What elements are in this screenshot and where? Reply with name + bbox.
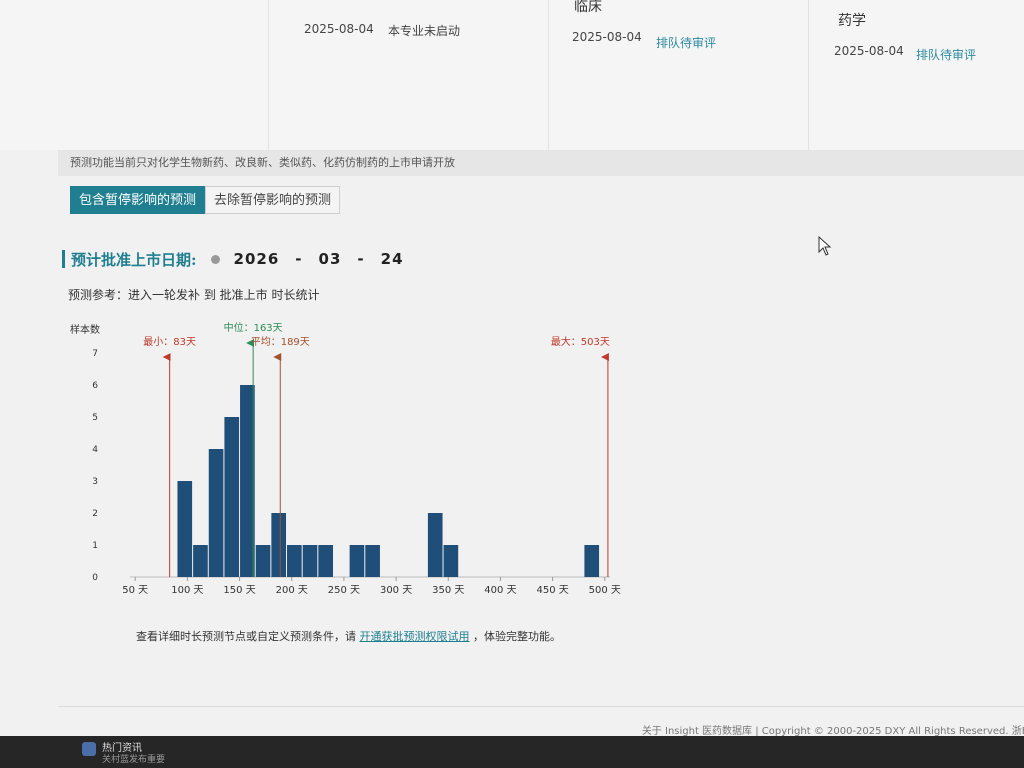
- x-tick-label: 300 天: [380, 585, 412, 596]
- marker-label: 平均：189天: [251, 336, 310, 348]
- tab-include-pause[interactable]: 包含暂停影响的预测: [70, 186, 206, 214]
- histogram-bar: [193, 545, 208, 577]
- col3-date: 2025-08-04: [834, 44, 904, 58]
- marker-label: 中位：163天: [224, 321, 283, 334]
- col3-status-link[interactable]: 排队待审评: [916, 46, 976, 63]
- tab-exclude-pause[interactable]: 去除暂停影响的预测: [205, 186, 341, 214]
- date-separator: -: [295, 250, 303, 268]
- y-axis-label: 样本数: [70, 323, 100, 336]
- histogram-bar: [177, 481, 193, 577]
- x-tick-label: 250 天: [328, 585, 360, 596]
- trial-link[interactable]: 开通获批预测权限试用: [360, 630, 470, 643]
- news-icon[interactable]: [82, 742, 96, 756]
- upgrade-note-suffix: ，体验完整功能。: [473, 630, 561, 643]
- histogram-bar: [584, 545, 600, 577]
- histogram-bar: [271, 513, 287, 577]
- duration-histogram: 样本数 0 1 2 3 4 5 6 7 50 天 100 天 150 天 200 天 250 天 300 天…: [70, 321, 621, 596]
- app-screen: 2025-08-04 本专业未启动 临床 2025-08-04 排队待审评 药学…: [0, 0, 1024, 752]
- histogram-bar: [240, 385, 255, 577]
- column-divider: [808, 0, 809, 150]
- y-tick-label: 4: [92, 445, 98, 455]
- x-tick-label: 200 天: [276, 585, 308, 596]
- dot-icon: [210, 254, 220, 264]
- x-tick-label: 500 天: [589, 585, 621, 596]
- review-status-table: 2025-08-04 本专业未启动 临床 2025-08-04 排队待审评 药学…: [0, 0, 1024, 150]
- x-tick-label: 50 天: [122, 585, 148, 596]
- marker-label: 最小：83天: [143, 336, 196, 348]
- y-tick-label: 2: [92, 509, 98, 519]
- column-divider: [268, 0, 269, 150]
- prediction-tabs: 包含暂停影响的预测 去除暂停影响的预测: [70, 186, 341, 214]
- histogram-bar: [365, 545, 380, 577]
- predicted-date-row: 预计批准上市日期: 2026 - 03 - 24: [62, 244, 404, 274]
- histogram-bar: [255, 545, 271, 577]
- notice-banner: 预测功能当前只对化学生物新药、改良新、类似药、化药仿制药的上市申请开放: [58, 150, 1024, 176]
- y-tick-label: 3: [92, 477, 98, 487]
- col2-date: 2025-08-04: [572, 30, 642, 44]
- histogram-bar: [318, 545, 333, 577]
- col1-status: 本专业未启动: [388, 24, 461, 38]
- y-tick-label: 7: [92, 349, 98, 359]
- marker-label: 最大：503天: [551, 335, 610, 348]
- x-tick-label: 400 天: [484, 585, 516, 596]
- predicted-date-value: 2026 - 03 - 24: [234, 250, 404, 268]
- column-divider: [548, 0, 549, 150]
- col1-date: 2025-08-04: [304, 22, 374, 36]
- section-accent-bar: [62, 250, 65, 268]
- footer-copyright: 关于 Insight 医药数据库 | Copyright © 2000-2025…: [641, 726, 1024, 737]
- predicted-date-title: 预计批准上市日期:: [71, 250, 197, 269]
- mouse-cursor-icon: [818, 236, 832, 256]
- histogram-bar: [224, 417, 240, 577]
- y-tick-label: 5: [92, 413, 98, 423]
- footer-divider: [58, 706, 1024, 707]
- x-tick-label: 100 天: [171, 585, 203, 596]
- predicted-month: 03: [318, 250, 342, 268]
- histogram-bar: [287, 545, 302, 577]
- histogram-bar: [427, 513, 443, 577]
- x-tick-label: 450 天: [536, 585, 568, 596]
- y-tick-label: 1: [92, 541, 98, 551]
- predicted-day: 24: [380, 250, 404, 268]
- predicted-year: 2026: [233, 250, 280, 268]
- col2-label: 临床: [574, 0, 602, 15]
- prediction-reference: 预测参考：进入一轮发补 到 批准上市 时长统计: [68, 288, 320, 302]
- histogram-bar: [302, 545, 318, 577]
- y-tick-label: 0: [92, 573, 98, 583]
- date-separator: -: [357, 250, 365, 268]
- histogram-bar: [208, 449, 224, 577]
- col2-status-link[interactable]: 排队待审评: [656, 34, 716, 51]
- histogram-bar: [443, 545, 459, 577]
- upgrade-note: 查看详细时长预测节点或自定义预测条件，请 开通获批预测权限试用 ，体验完整功能。: [136, 628, 561, 644]
- histogram-bar: [349, 545, 365, 577]
- x-tick-label: 350 天: [432, 585, 464, 596]
- y-tick-label: 6: [92, 381, 98, 391]
- taskbar-news-subtitle: 关村蓝发布重要: [102, 755, 166, 765]
- upgrade-note-prefix: 查看详细时长预测节点或自定义预测条件，请: [136, 630, 356, 643]
- x-tick-label: 150 天: [223, 585, 255, 596]
- col3-label: 药学: [838, 13, 866, 29]
